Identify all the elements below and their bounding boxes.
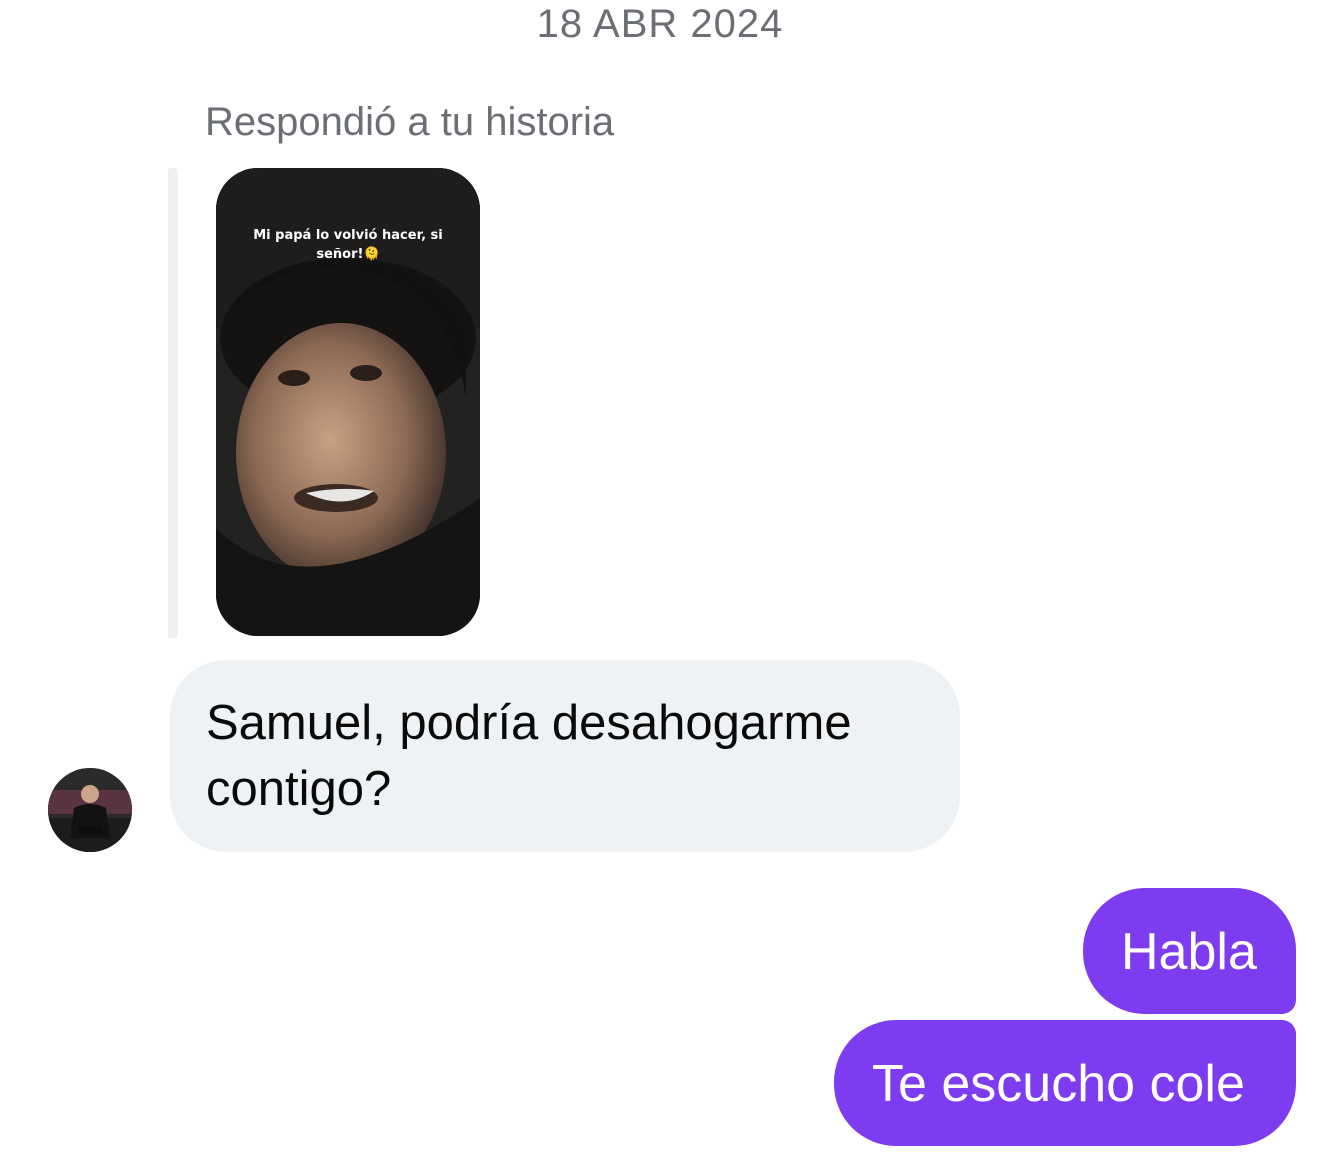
story-caption: Mi papá lo volvió hacer, si señor!🫠 bbox=[253, 228, 443, 262]
outgoing-message-bubble[interactable]: Te escucho cole bbox=[834, 1020, 1296, 1146]
outgoing-message-bubble[interactable]: Habla bbox=[1083, 888, 1296, 1014]
story-thumbnail[interactable]: Mi papá lo volvió hacer, si señor!🫠 bbox=[216, 168, 480, 636]
story-reply-label: Respondió a tu historia bbox=[205, 100, 615, 144]
story-quote-bar bbox=[168, 168, 178, 638]
conversation-date: 18 ABR 2024 bbox=[536, 2, 784, 46]
avatar-photo-icon bbox=[48, 768, 132, 852]
incoming-message-bubble[interactable]: Samuel, podría desahogarme contigo? bbox=[170, 660, 960, 852]
contact-avatar[interactable] bbox=[48, 768, 132, 852]
